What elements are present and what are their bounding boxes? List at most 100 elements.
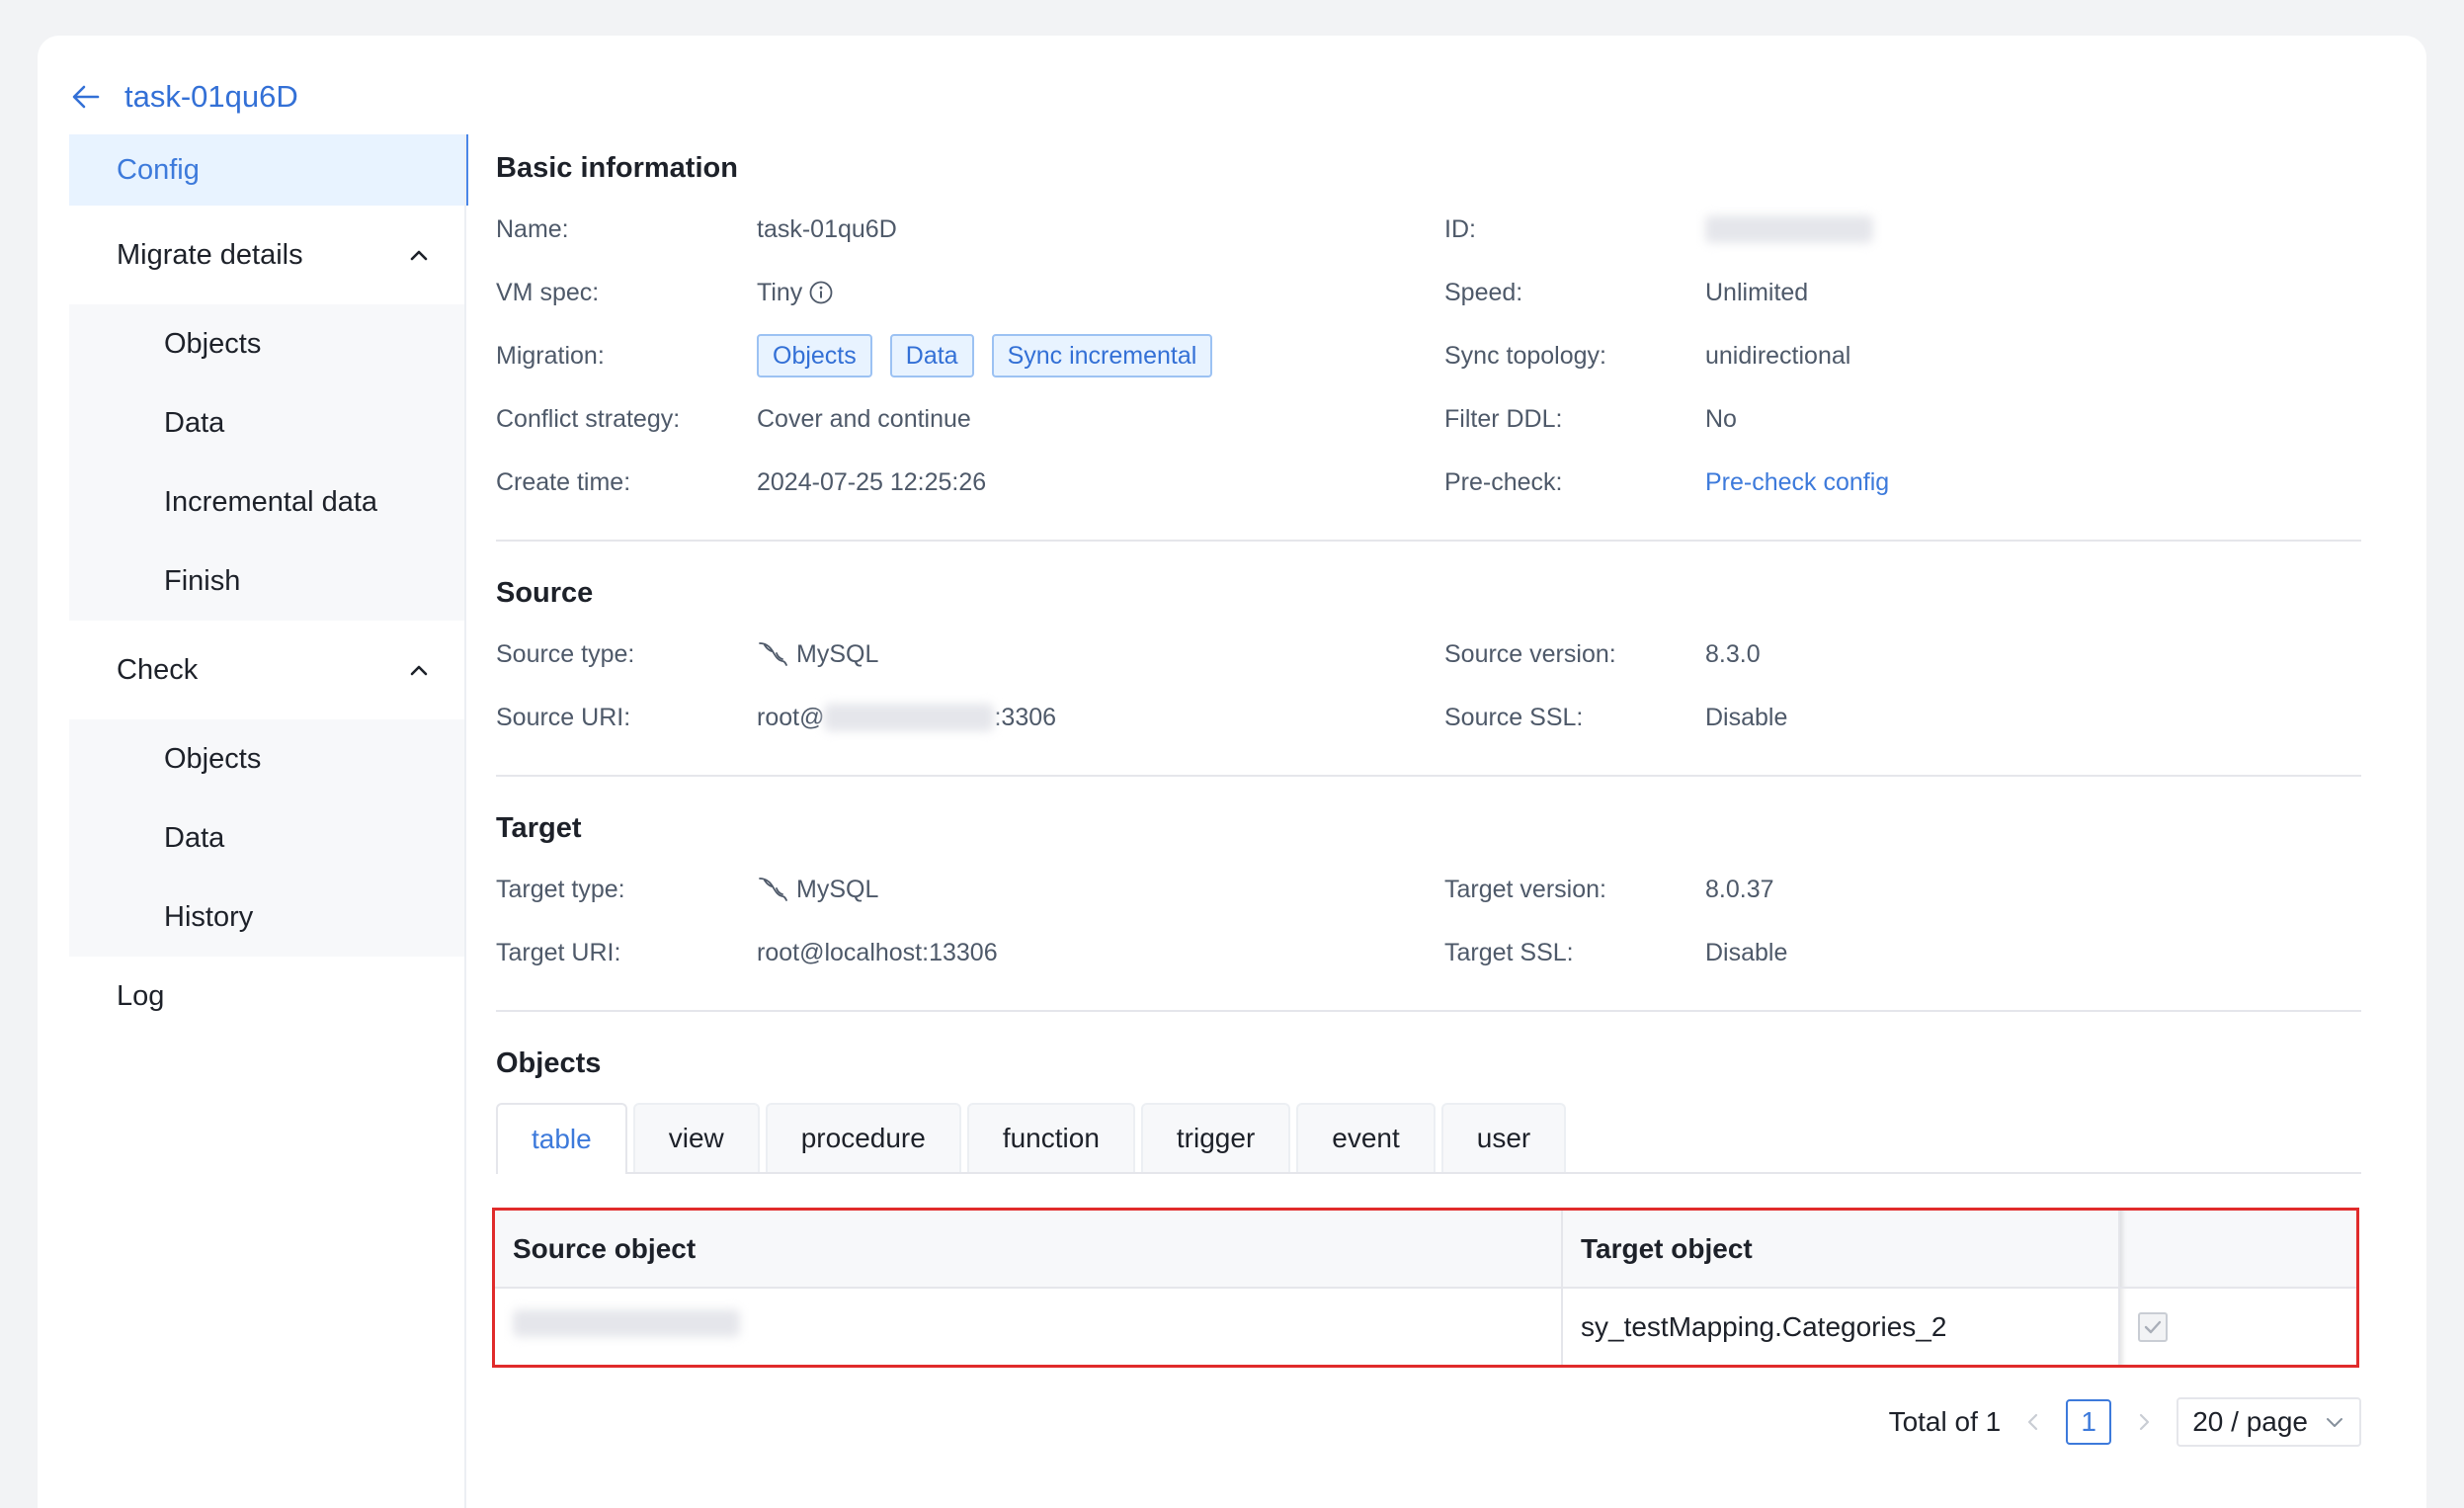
target-version-value: 8.0.37 xyxy=(1705,875,1774,903)
source-uri-value: root@ :3306 xyxy=(757,686,1444,749)
source-type-text: MySQL xyxy=(796,639,879,668)
page-size-select[interactable]: 20 / page xyxy=(2177,1397,2361,1447)
source-uri-prefix: root@ xyxy=(757,703,825,731)
target-ssl-label: Target SSL: xyxy=(1444,938,1574,966)
sidebar-item-label: Log xyxy=(117,979,165,1012)
target-ssl-value: Disable xyxy=(1705,938,1788,966)
tab-function[interactable]: function xyxy=(966,1103,1135,1172)
sidebar-item-label: Check xyxy=(117,653,199,686)
source-uri-suffix: :3306 xyxy=(994,703,1057,731)
source-title: Source xyxy=(496,576,594,609)
speed-value: Unlimited xyxy=(1705,278,1809,306)
name-value: task-01qu6D xyxy=(757,214,897,243)
name-label: Name: xyxy=(496,214,569,243)
check-submenu: Objects Data History xyxy=(69,719,464,957)
sidebar-item-label: Data xyxy=(164,406,225,439)
create-time-value: 2024-07-25 12:25:26 xyxy=(757,467,987,496)
source-grid: Source type: MySQL Source version: 8.3.0… xyxy=(496,623,2361,749)
tag-data: Data xyxy=(889,334,974,377)
tab-view[interactable]: view xyxy=(632,1103,760,1172)
target-title: Target xyxy=(496,811,582,844)
sidebar-item-label: History xyxy=(164,900,254,933)
create-time-label: Create time: xyxy=(496,467,631,496)
migration-label: Migration: xyxy=(496,341,605,370)
page-number-button[interactable]: 1 xyxy=(2066,1399,2112,1445)
basic-info-grid: Name: task-01qu6D ID: VM spec: Tiny Spee… xyxy=(496,198,2361,514)
chevron-up-icon xyxy=(407,243,431,267)
source-version-value: 8.3.0 xyxy=(1705,639,1761,668)
sidebar-item-check-objects[interactable]: Objects xyxy=(69,719,464,798)
chevron-left-icon[interactable] xyxy=(2018,1407,2048,1437)
vm-spec-value: Tiny xyxy=(757,261,1444,324)
pre-check-value: Pre-check config xyxy=(1705,451,2361,514)
sync-topology-value: unidirectional xyxy=(1705,341,1851,370)
source-object-cell xyxy=(495,1288,1563,1365)
objects-table: Source object Target object sy_testMappi… xyxy=(495,1211,2356,1365)
row-checkbox[interactable] xyxy=(2138,1311,2168,1342)
tag-sync-incremental: Sync incremental xyxy=(991,334,1213,377)
id-label: ID: xyxy=(1444,214,1476,243)
tab-trigger[interactable]: trigger xyxy=(1140,1103,1291,1172)
checkmark-icon xyxy=(2144,1320,2162,1333)
page-header: task-01qu6D xyxy=(69,75,298,119)
info-icon[interactable] xyxy=(808,280,834,305)
table-header-row: Source object Target object xyxy=(495,1211,2356,1289)
sidebar-item-config[interactable]: Config xyxy=(69,134,468,206)
sidebar-item-label: Data xyxy=(164,821,225,854)
source-object-header: Source object xyxy=(495,1211,1563,1289)
sidebar-item-migrate-data[interactable]: Data xyxy=(69,383,464,462)
tab-event[interactable]: event xyxy=(1296,1103,1436,1172)
target-type-label: Target type: xyxy=(496,875,625,903)
back-arrow-icon[interactable] xyxy=(69,80,103,114)
sidebar-item-label: Objects xyxy=(164,327,262,360)
objects-table-highlight: Source object Target object sy_testMappi… xyxy=(492,1208,2359,1368)
sidebar-item-history[interactable]: History xyxy=(69,878,464,957)
content-area: Basic information Name: task-01qu6D ID: … xyxy=(492,134,2361,1447)
target-uri-value: root@localhost:13306 xyxy=(757,938,998,966)
divider xyxy=(496,1010,2361,1012)
speed-label: Speed: xyxy=(1444,278,1523,306)
target-type-text: MySQL xyxy=(796,875,879,903)
filter-ddl-label: Filter DDL: xyxy=(1444,404,1563,433)
target-uri-label: Target URI: xyxy=(496,938,621,966)
basic-info-title: Basic information xyxy=(496,151,738,184)
redacted-host xyxy=(824,704,995,731)
redacted-id xyxy=(1705,215,1873,243)
tab-user[interactable]: user xyxy=(1440,1103,1567,1172)
migrate-details-submenu: Objects Data Incremental data Finish xyxy=(69,304,464,621)
objects-title: Objects xyxy=(496,1047,602,1079)
pagination: Total of 1 1 20 / page xyxy=(496,1397,2361,1447)
sidebar-item-log[interactable]: Log xyxy=(69,957,464,1036)
action-header xyxy=(2119,1211,2356,1289)
chevron-down-icon xyxy=(2327,1418,2342,1427)
sidebar: Config Migrate details Objects Data Incr… xyxy=(69,134,468,1036)
action-cell xyxy=(2119,1288,2356,1365)
tag-objects: Objects xyxy=(757,334,872,377)
mysql-icon xyxy=(757,875,790,904)
tab-table[interactable]: table xyxy=(496,1103,627,1174)
migration-tags: Objects Data Sync incremental xyxy=(757,324,1444,387)
objects-tabs: table view procedure function trigger ev… xyxy=(496,1103,2361,1174)
redacted-source-object xyxy=(513,1309,740,1337)
sidebar-item-migrate-objects[interactable]: Objects xyxy=(69,304,464,383)
source-type-label: Source type: xyxy=(496,639,635,668)
sidebar-item-label: Finish xyxy=(164,564,241,597)
vm-spec-label: VM spec: xyxy=(496,278,600,306)
sidebar-item-finish[interactable]: Finish xyxy=(69,542,464,621)
sidebar-item-incremental-data[interactable]: Incremental data xyxy=(69,462,464,542)
table-row: sy_testMapping.Categories_2 xyxy=(495,1288,2356,1365)
sidebar-item-check-data[interactable]: Data xyxy=(69,798,464,878)
pre-check-config-link[interactable]: Pre-check config xyxy=(1705,468,1889,497)
source-type-value: MySQL xyxy=(757,623,1444,686)
filter-ddl-value: No xyxy=(1705,404,1737,433)
sidebar-item-check[interactable]: Check xyxy=(69,621,464,719)
chevron-up-icon xyxy=(407,658,431,682)
chevron-right-icon[interactable] xyxy=(2129,1407,2159,1437)
pre-check-label: Pre-check: xyxy=(1444,467,1563,496)
sidebar-item-label: Incremental data xyxy=(164,485,378,518)
sidebar-divider xyxy=(464,134,466,1508)
conflict-strategy-label: Conflict strategy: xyxy=(496,404,681,433)
tab-procedure[interactable]: procedure xyxy=(765,1103,961,1172)
sidebar-item-migrate-details[interactable]: Migrate details xyxy=(69,206,464,304)
target-version-label: Target version: xyxy=(1444,875,1606,903)
